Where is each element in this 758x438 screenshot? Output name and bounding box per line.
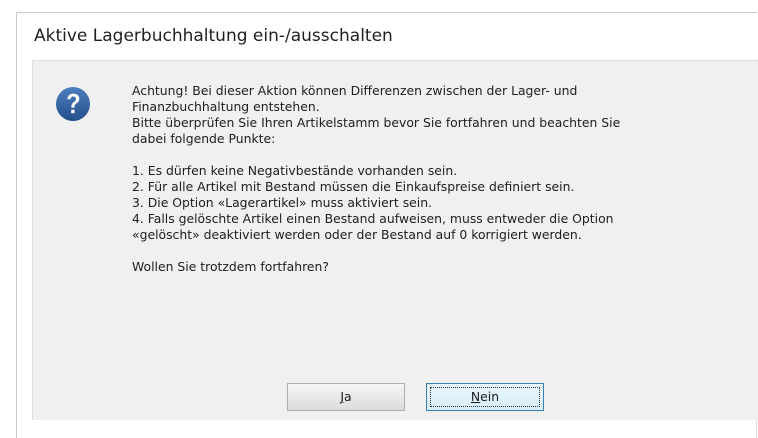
message-line: Bitte überprüfen Sie Ihren Artikelstamm … bbox=[132, 115, 621, 130]
dialog-title: Aktive Lagerbuchhaltung ein-/ausschalten bbox=[34, 26, 393, 46]
point-4-line-2: «gelöscht» deaktiviert werden oder der B… bbox=[132, 227, 582, 242]
dialog-message: Achtung! Bei dieser Aktion können Differ… bbox=[132, 83, 752, 275]
confirm-question: Wollen Sie trotzdem fortfahren? bbox=[132, 259, 329, 274]
dialog-titlebar[interactable]: Aktive Lagerbuchhaltung ein-/ausschalten bbox=[17, 13, 757, 59]
focus-indicator bbox=[430, 387, 540, 407]
message-line: Finanzbuchhaltung entstehen. bbox=[132, 99, 320, 114]
no-button[interactable]: Nein bbox=[426, 383, 544, 411]
question-mark-icon bbox=[56, 87, 90, 121]
yes-button[interactable]: Ja bbox=[287, 383, 405, 411]
point-3: 3. Die Option «Lagerartikel» muss aktivi… bbox=[132, 195, 433, 210]
message-line: Achtung! Bei dieser Aktion können Differ… bbox=[132, 83, 578, 98]
dialog-body: Achtung! Bei dieser Aktion können Differ… bbox=[32, 60, 758, 420]
dialog-window: Aktive Lagerbuchhaltung ein-/ausschalten… bbox=[16, 12, 758, 438]
message-line: dabei folgende Punkte: bbox=[132, 131, 276, 146]
point-4-line-1: 4. Falls gelöschte Artikel einen Bestand… bbox=[132, 211, 614, 226]
point-2: 2. Für alle Artikel mit Bestand müssen d… bbox=[132, 179, 575, 194]
yes-button-label: a bbox=[344, 389, 352, 404]
point-1: 1. Es dürfen keine Negativbestände vorha… bbox=[132, 163, 458, 178]
